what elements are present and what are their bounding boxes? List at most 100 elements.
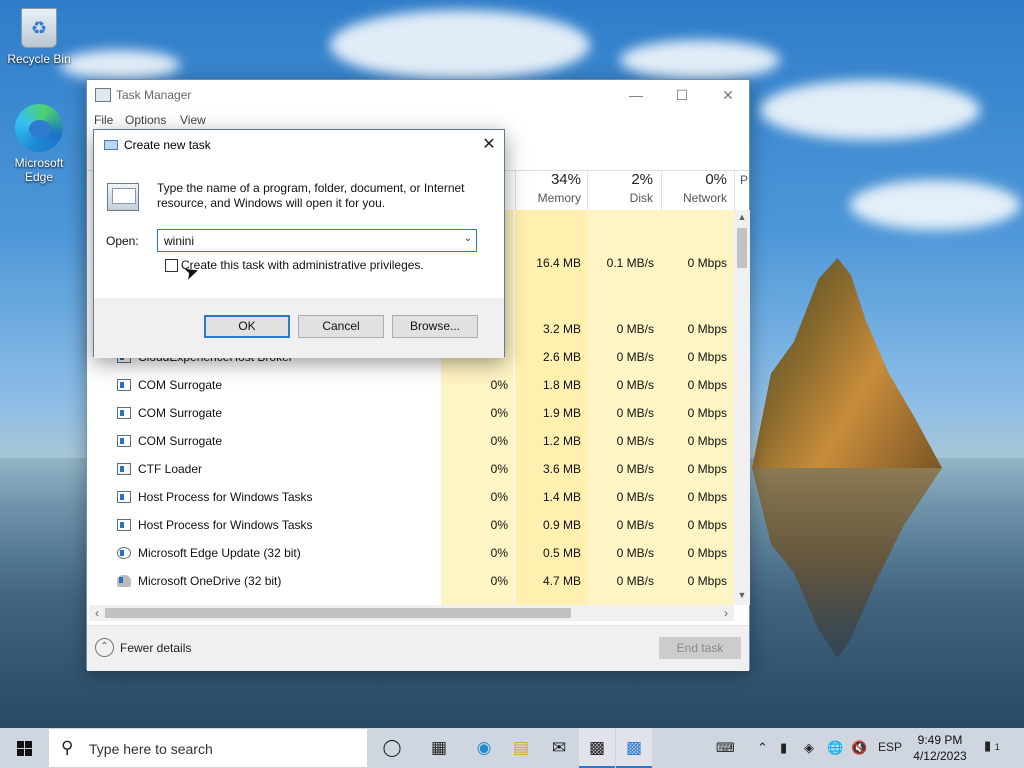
rock-island-image xyxy=(752,258,942,468)
chevron-up-tray-icon[interactable]: ⌃ xyxy=(757,740,768,756)
browse-button[interactable]: Browse... xyxy=(392,315,478,338)
menu-file[interactable]: File xyxy=(94,113,113,127)
edge-update-icon xyxy=(117,547,131,559)
search-placeholder: Type here to search xyxy=(89,741,213,757)
window-title: Task Manager xyxy=(116,88,192,102)
minimize-button[interactable]: — xyxy=(613,80,659,110)
edge-icon xyxy=(15,104,63,152)
clock-date: 4/12/2023 xyxy=(913,749,967,763)
recycle-bin-image xyxy=(21,8,57,48)
search-icon: ⚲ xyxy=(61,738,74,757)
clock-time: 9:49 PM xyxy=(917,733,963,747)
table-row[interactable]: Microsoft OneDrive (32 bit) 0% 4.7 MB 0 … xyxy=(87,568,733,596)
menu-view[interactable]: View xyxy=(180,113,206,127)
volume-muted-icon[interactable]: 🔇 xyxy=(851,740,867,756)
language-indicator[interactable]: ESP xyxy=(878,740,902,754)
notification-count: 1 xyxy=(994,742,1000,752)
task-manager-taskbar-button[interactable]: ▩ xyxy=(579,728,615,768)
edge-label: Microsoft Edge xyxy=(14,156,64,184)
open-combobox[interactable]: winini ⌄ xyxy=(157,229,477,252)
disk-percent: 2% xyxy=(631,171,653,188)
table-row[interactable]: COM Surrogate 0% 1.8 MB 0 MB/s 0 Mbps xyxy=(87,372,733,400)
close-button[interactable]: ✕ xyxy=(705,80,751,110)
horizontal-scroll-thumb[interactable] xyxy=(105,608,571,618)
maximize-button[interactable]: ☐ xyxy=(659,80,705,110)
process-icon xyxy=(117,407,131,419)
menu-options[interactable]: Options xyxy=(125,113,166,127)
memory-label: Memory xyxy=(537,191,581,205)
task-manager-icon: ▩ xyxy=(588,738,606,757)
task-manager-footer: ⌃ Fewer details End task xyxy=(87,625,749,671)
process-icon xyxy=(117,379,131,391)
keyboard-icon[interactable]: ⌨ xyxy=(716,740,735,756)
process-icon xyxy=(117,435,131,447)
recycle-bin-label: Recycle Bin xyxy=(7,52,71,66)
taskbar: ⚲ Type here to search ◯ ▦ ◉ ▤ ✉ ▩ ▩ ⌨ ⌃ … xyxy=(0,728,1024,768)
meet-now-icon[interactable]: ◈ xyxy=(804,740,814,756)
dialog-button-bar: OK Cancel Browse... xyxy=(94,298,504,358)
start-button[interactable] xyxy=(0,728,48,768)
end-task-button[interactable]: End task xyxy=(659,637,741,659)
admin-privileges-label[interactable]: Create this task with administrative pri… xyxy=(181,258,424,272)
network-label: Network xyxy=(682,191,727,205)
onedrive-icon xyxy=(117,575,131,587)
chevron-down-icon[interactable]: ⌄ xyxy=(464,233,472,244)
ctf-loader-icon xyxy=(117,463,131,475)
open-input-value[interactable]: winini xyxy=(164,234,194,248)
dialog-body: Type the name of a program, folder, docu… xyxy=(94,160,504,298)
table-row[interactable]: COM Surrogate 0% 1.2 MB 0 MB/s 0 Mbps xyxy=(87,428,733,456)
process-icon xyxy=(117,519,131,531)
table-row[interactable]: Host Process for Windows Tasks 0% 0.9 MB… xyxy=(87,512,733,540)
run-program-icon xyxy=(107,183,139,211)
cancel-button[interactable]: Cancel xyxy=(298,315,384,338)
fewer-details-link[interactable]: Fewer details xyxy=(120,641,191,655)
cortana-icon[interactable]: ◯ xyxy=(379,736,405,760)
windows-logo-icon xyxy=(17,741,32,756)
edge-desktop-icon[interactable]: Microsoft Edge xyxy=(2,104,76,184)
scroll-down-arrow-icon[interactable]: ▼ xyxy=(734,590,750,600)
network-percent: 0% xyxy=(705,171,727,188)
mail-icon[interactable]: ✉ xyxy=(546,736,572,760)
battery-icon[interactable]: ▮ xyxy=(780,740,787,756)
column-network[interactable]: 0% Network xyxy=(661,170,735,210)
table-row[interactable]: COM Surrogate 0% 1.9 MB 0 MB/s 0 Mbps xyxy=(87,400,733,428)
table-row[interactable]: Host Process for Windows Tasks 0% 1.4 MB… xyxy=(87,484,733,512)
column-power[interactable]: P xyxy=(734,170,750,210)
task-manager-titlebar[interactable]: Task Manager — ☐ ✕ xyxy=(87,80,749,110)
create-new-task-dialog: Create new task ✕ Type the name of a pro… xyxy=(93,129,505,358)
edge-taskbar-icon[interactable]: ◉ xyxy=(471,736,497,760)
dialog-description: Type the name of a program, folder, docu… xyxy=(157,181,465,210)
scroll-up-arrow-icon[interactable]: ▲ xyxy=(734,212,750,222)
scroll-left-arrow-icon[interactable]: ‹ xyxy=(89,605,105,621)
file-explorer-icon[interactable]: ▤ xyxy=(508,736,534,760)
vertical-scrollbar[interactable]: ▲ ▼ xyxy=(734,210,750,605)
column-memory[interactable]: 34% Memory xyxy=(515,170,589,210)
notification-center-icon[interactable]: ▮ 1 xyxy=(984,738,1000,754)
ok-button[interactable]: OK xyxy=(204,315,290,338)
dialog-close-button[interactable]: ✕ xyxy=(476,134,502,156)
horizontal-scrollbar[interactable]: ‹ › xyxy=(89,605,734,621)
network-globe-icon[interactable]: 🌐 xyxy=(827,740,843,756)
task-view-icon[interactable]: ▦ xyxy=(426,736,452,760)
table-row[interactable]: CTF Loader 0% 3.6 MB 0 MB/s 0 Mbps xyxy=(87,456,733,484)
taskbar-search-box[interactable]: ⚲ Type here to search xyxy=(48,728,368,768)
open-label: Open: xyxy=(106,234,139,248)
dialog-title: Create new task xyxy=(124,138,211,152)
run-window-icon: ▩ xyxy=(625,738,643,757)
chevron-up-icon[interactable]: ⌃ xyxy=(95,638,114,657)
recycle-bin-icon[interactable]: Recycle Bin xyxy=(2,8,76,66)
scroll-right-arrow-icon[interactable]: › xyxy=(718,605,734,621)
power-label: P xyxy=(739,173,748,187)
disk-label: Disk xyxy=(629,191,653,205)
column-disk[interactable]: 2% Disk xyxy=(587,170,661,210)
memory-percent: 34% xyxy=(550,171,581,188)
admin-privileges-checkbox[interactable] xyxy=(165,259,178,272)
table-row[interactable]: Microsoft Edge Update (32 bit) 0% 0.5 MB… xyxy=(87,540,733,568)
dialog-titlebar[interactable]: Create new task ✕ xyxy=(94,130,504,160)
process-icon xyxy=(117,491,131,503)
taskbar-clock[interactable]: 9:49 PM 4/12/2023 xyxy=(908,732,972,764)
task-manager-icon xyxy=(95,88,111,102)
run-dialog-taskbar-button[interactable]: ▩ xyxy=(616,728,652,768)
run-window-icon xyxy=(104,140,118,150)
vertical-scroll-thumb[interactable] xyxy=(737,228,747,268)
